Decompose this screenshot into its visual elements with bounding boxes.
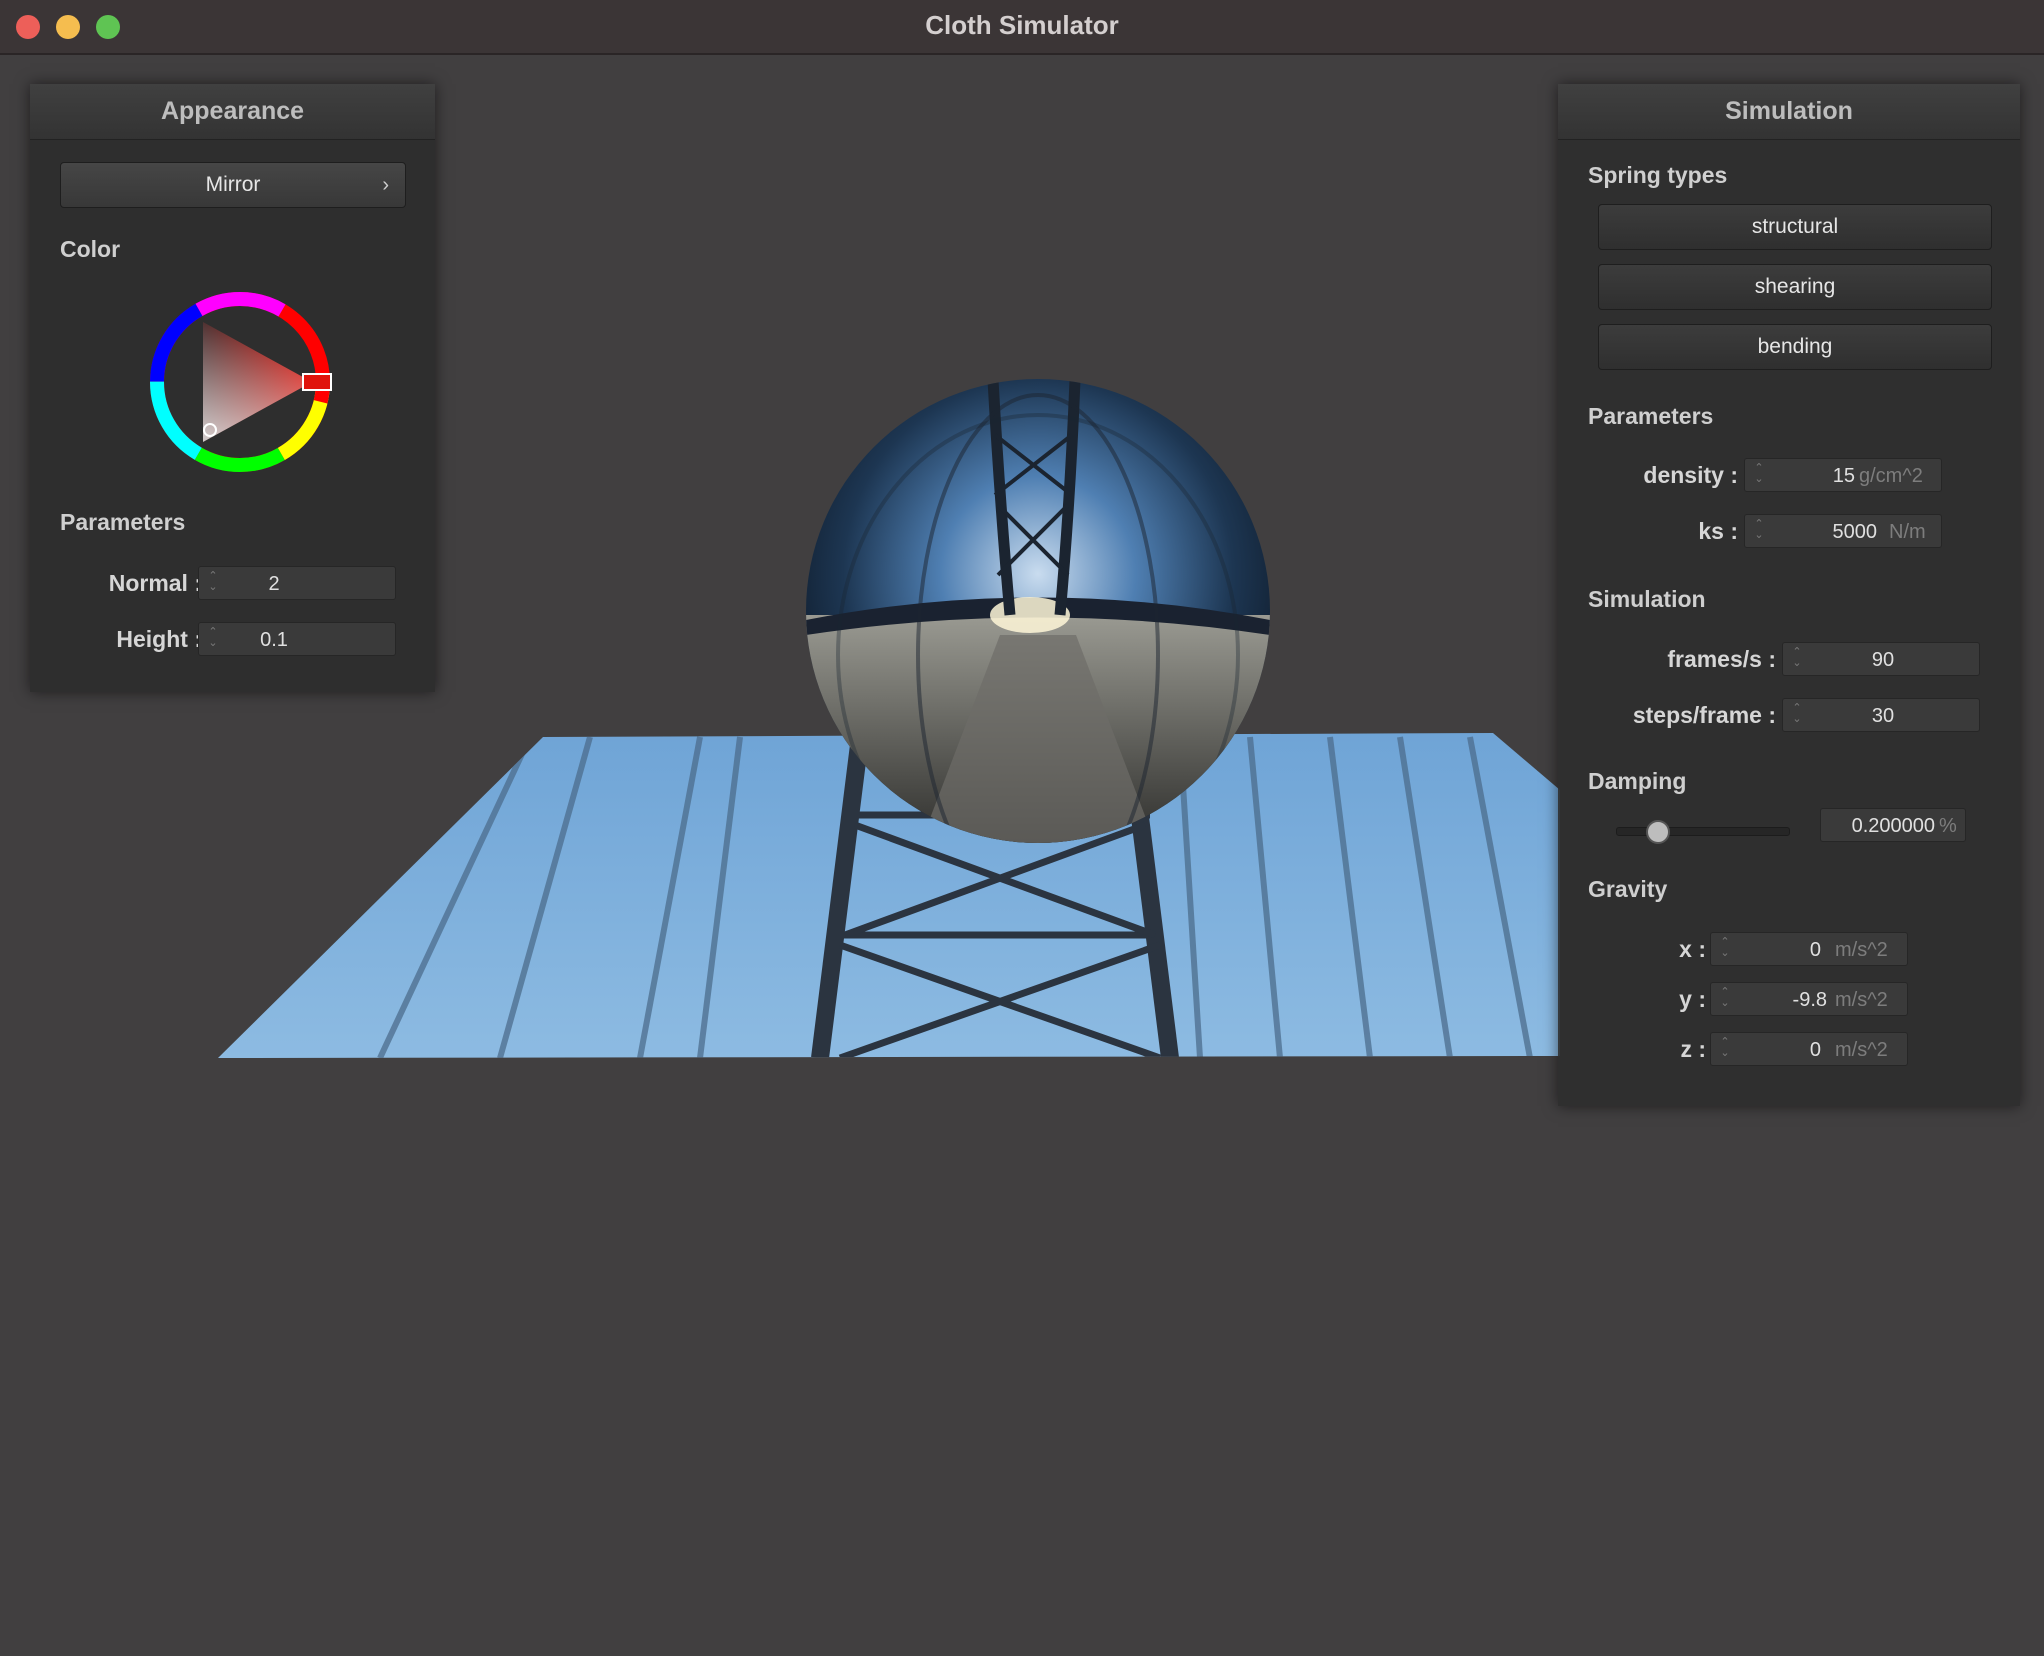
normal-value: 2: [268, 573, 280, 595]
spinner-icon[interactable]: ⌃ ⌄: [207, 627, 219, 651]
damping-unit: %: [1939, 815, 1957, 837]
gravity-x-unit: m/s^2: [1835, 939, 1888, 961]
structural-button[interactable]: structural: [1598, 204, 1992, 250]
simulation-header: Simulation: [1558, 84, 2020, 140]
height-value: 0.1: [260, 629, 288, 651]
gravity-x-label: x :: [1679, 936, 1706, 962]
appearance-panel: Appearance Mirror › Color Parameters Nor…: [30, 84, 435, 692]
spinner-icon[interactable]: ⌃ ⌄: [1791, 703, 1803, 727]
gravity-z-unit: m/s^2: [1835, 1039, 1888, 1061]
spinner-icon[interactable]: ⌃ ⌄: [1791, 647, 1803, 671]
color-wheel[interactable]: [140, 282, 340, 482]
damping-input[interactable]: 0.200000 %: [1820, 808, 1966, 842]
spring-types-label: Spring types: [1588, 162, 1728, 188]
gravity-y-input[interactable]: ⌃ ⌄ -9.8 m/s^2: [1710, 982, 1908, 1016]
chevron-right-icon: ›: [382, 174, 389, 196]
height-label: Height :: [116, 626, 202, 652]
damping-slider-track: [1616, 827, 1790, 836]
shader-dropdown-value: Mirror: [205, 173, 261, 196]
shearing-button[interactable]: shearing: [1598, 264, 1992, 310]
gravity-x-value: 0: [1809, 939, 1821, 961]
gravity-y-value: -9.8: [1792, 989, 1827, 1011]
damping-slider-thumb[interactable]: [1646, 820, 1670, 844]
density-input[interactable]: ⌃ ⌄ 15 g/cm^2: [1744, 458, 1942, 492]
appearance-header: Appearance: [30, 84, 435, 140]
spinner-icon[interactable]: ⌃ ⌄: [1753, 463, 1765, 487]
simulation-panel: Simulation Spring types structural shear…: [1558, 84, 2020, 1106]
steps-per-frame-label: steps/frame :: [1632, 702, 1776, 728]
color-label: Color: [60, 236, 121, 262]
density-unit: g/cm^2: [1859, 465, 1923, 487]
damping-label: Damping: [1588, 768, 1687, 794]
spinner-icon[interactable]: ⌃ ⌄: [1719, 1037, 1731, 1061]
gravity-x-input[interactable]: ⌃ ⌄ 0 m/s^2: [1710, 932, 1908, 966]
sim-parameters-label: Parameters: [1588, 403, 1714, 429]
appearance-parameters-label: Parameters: [60, 509, 186, 535]
steps-per-frame-value: 30: [1871, 705, 1895, 727]
shader-dropdown[interactable]: Mirror ›: [60, 162, 406, 208]
spinner-icon[interactable]: ⌃ ⌄: [207, 571, 219, 595]
title-bar: Cloth Simulator: [0, 0, 2044, 55]
spinner-icon[interactable]: ⌃ ⌄: [1753, 519, 1765, 543]
damping-value: 0.200000: [1851, 815, 1935, 837]
gravity-z-input[interactable]: ⌃ ⌄ 0 m/s^2: [1710, 1032, 1908, 1066]
gravity-y-label: y :: [1679, 986, 1706, 1012]
height-input[interactable]: ⌃ ⌄ 0.1: [198, 622, 396, 656]
spinner-icon[interactable]: ⌃ ⌄: [1719, 937, 1731, 961]
ks-label: ks :: [1698, 518, 1738, 544]
density-value: 15: [1832, 465, 1855, 487]
ks-unit: N/m: [1889, 521, 1926, 543]
saturation-triangle[interactable]: [203, 322, 312, 442]
frames-per-s-label: frames/s :: [1667, 646, 1776, 672]
gravity-label: Gravity: [1588, 876, 1668, 902]
spinner-icon[interactable]: ⌃ ⌄: [1719, 987, 1731, 1011]
gravity-z-value: 0: [1809, 1039, 1821, 1061]
sim-simulation-label: Simulation: [1588, 586, 1706, 612]
gravity-z-label: z :: [1680, 1036, 1706, 1062]
steps-per-frame-input[interactable]: ⌃ ⌄ 30: [1782, 698, 1980, 732]
density-label: density :: [1643, 462, 1738, 488]
gravity-y-unit: m/s^2: [1835, 989, 1888, 1011]
window-title: Cloth Simulator: [925, 10, 1119, 40]
ks-value: 5000: [1832, 521, 1878, 543]
frames-per-s-value: 90: [1871, 649, 1895, 671]
hue-handle[interactable]: [302, 373, 332, 391]
ks-input[interactable]: ⌃ ⌄ 5000 N/m: [1744, 514, 1942, 548]
normal-label: Normal :: [108, 570, 202, 596]
frames-per-s-input[interactable]: ⌃ ⌄ 90: [1782, 642, 1980, 676]
bending-button[interactable]: bending: [1598, 324, 1992, 370]
damping-slider[interactable]: [1616, 820, 1790, 844]
normal-input[interactable]: ⌃ ⌄ 2: [198, 566, 396, 600]
